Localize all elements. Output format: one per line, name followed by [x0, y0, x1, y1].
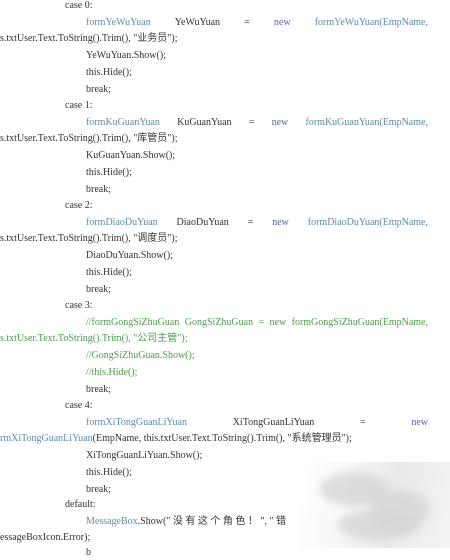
code-line: //this.Hide();: [86, 366, 137, 380]
code-line: default:: [65, 498, 96, 512]
code-line: this.Hide();: [86, 266, 132, 280]
code-token: =: [258, 317, 265, 328]
code-line: case 1:: [65, 99, 93, 113]
code-line: break;: [86, 83, 111, 97]
code-token: formKuGuanYuan: [86, 117, 160, 128]
code-token: GongSiZhuGuan: [184, 317, 254, 328]
code-token: new: [269, 317, 287, 328]
code-token: this.Hide();: [86, 67, 132, 78]
code-token: this.Hide();: [86, 467, 132, 478]
code-line: this.Hide();: [86, 66, 132, 80]
code-token: break;: [86, 84, 111, 95]
code-line: DiaoDuYuan.Show();: [86, 249, 173, 263]
code-token: break;: [86, 184, 111, 195]
code-token: case 0:: [65, 0, 93, 11]
code-token: new: [273, 17, 291, 28]
code-token: (EmpName, this.txtUser.Text.ToString().T…: [92, 433, 352, 444]
code-line: s.txtUser.Text.ToString().Trim(), "调度员")…: [0, 232, 178, 246]
code-token: this.Hide();: [86, 167, 132, 178]
code-token: formXiTongGuanLiYuan: [86, 417, 187, 428]
code-line: this.Hide();: [86, 466, 132, 480]
code-token: DiaoDuYuan: [176, 217, 229, 228]
code-line: case 3:: [65, 299, 93, 313]
code-token: s.txtUser.Text.ToString().Trim(), "公司主管"…: [0, 333, 188, 344]
code-token: break;: [86, 484, 111, 495]
code-line: case 4:: [65, 399, 93, 413]
code-token: .Show(" 没 有 这 个 角 色 ！ ", " 错: [137, 516, 287, 527]
code-token: formYeWuYuan: [86, 17, 151, 28]
code-line: s.txtUser.Text.ToString().Trim(), "业务员")…: [0, 32, 178, 46]
code-token: case 4:: [65, 400, 93, 411]
code-token: this.Hide();: [86, 267, 132, 278]
code-token: KuGuanYuan.Show();: [86, 150, 176, 161]
code-token: KuGuanYuan: [177, 117, 232, 128]
code-token: case 2:: [65, 200, 93, 211]
code-line: case 2:: [65, 199, 93, 213]
code-token: s.txtUser.Text.ToString().Trim(), "调度员")…: [0, 233, 178, 244]
code-token: formGongSiZhuGuan(EmpName,: [291, 317, 428, 328]
code-token: s.txtUser.Text.ToString().Trim(), "业务员")…: [0, 33, 178, 44]
code-line: this.Hide();: [86, 166, 132, 180]
code-line: formDiaoDuYuan DiaoDuYuan = new formDiaoDuYu…: [0, 216, 428, 230]
code-token: =: [244, 17, 250, 28]
code-token: formDiaoDuYuan: [86, 217, 158, 228]
code-line: //GongSiZhuGuan.Show();: [86, 349, 195, 363]
code-token: =: [359, 417, 366, 428]
blurred-watermark: [300, 462, 450, 548]
code-token: new: [272, 217, 289, 228]
code-token: essageBoxIcon.Error);: [0, 532, 91, 543]
code-token: case 3:: [65, 300, 93, 311]
code-line: formKuGuanYuan KuGuanYuan = new formKuGuanYu…: [0, 116, 428, 130]
code-token: //GongSiZhuGuan.Show();: [86, 350, 195, 361]
code-token: YeWuYuan.Show();: [86, 50, 166, 61]
code-line: XiTongGuanLiYuan.Show();: [86, 449, 202, 463]
code-token: XiTongGuanLiYuan.Show();: [86, 450, 203, 461]
code-line: rmXiTongGuanLiYuan(EmpName, this.txtUser…: [0, 432, 352, 446]
code-token: MessageBox: [86, 516, 138, 527]
code-line: formXiTongGuanLiYuan XiTongGuanLiYuan = new: [0, 416, 428, 430]
code-line: s.txtUser.Text.ToString().Trim(), "库管员")…: [0, 132, 178, 146]
code-token: new: [271, 117, 289, 128]
code-token: DiaoDuYuan.Show();: [86, 250, 173, 261]
code-token: break;: [86, 384, 111, 395]
code-token: break;: [86, 284, 111, 295]
code-token: //this.Hide();: [86, 367, 138, 378]
code-token: b: [86, 547, 91, 558]
code-token: case 1:: [65, 100, 93, 111]
code-line: formYeWuYuan YeWuYuan = new formYeWuYuan(Emp…: [0, 16, 428, 30]
code-token: default:: [65, 499, 96, 510]
code-token: formDiaoDuYuan(EmpName,: [307, 217, 428, 228]
code-line: case 0:: [65, 0, 93, 13]
code-line: break;: [86, 483, 111, 497]
code-token: new: [411, 417, 428, 428]
code-token: s.txtUser.Text.ToString().Trim(), "库管员")…: [0, 133, 178, 144]
code-token: rmXiTongGuanLiYuan: [0, 433, 93, 444]
code-token: formKuGuanYuan(EmpName,: [305, 117, 428, 128]
code-line: break;: [86, 183, 111, 197]
code-line: MessageBox.Show(" 没 有 这 个 角 色 ！ ", " 错: [86, 515, 286, 529]
code-line: YeWuYuan.Show();: [86, 49, 166, 63]
code-line: s.txtUser.Text.ToString().Trim(), "公司主管"…: [0, 332, 188, 346]
code-token: =: [248, 117, 255, 128]
code-line: //formGongSiZhuGuan GongSiZhuGuan = new form…: [0, 316, 428, 330]
code-token: YeWuYuan: [174, 17, 221, 28]
code-line: b: [86, 546, 91, 560]
code-line: break;: [86, 283, 111, 297]
code-line: KuGuanYuan.Show();: [86, 149, 175, 163]
code-token: XiTongGuanLiYuan: [232, 417, 315, 428]
code-token: formYeWuYuan(EmpName,: [314, 17, 428, 28]
code-line: break;: [86, 383, 111, 397]
code-token: =: [247, 217, 254, 228]
code-line: essageBoxIcon.Error);: [0, 531, 90, 545]
code-token: //formGongSiZhuGuan: [86, 317, 180, 328]
